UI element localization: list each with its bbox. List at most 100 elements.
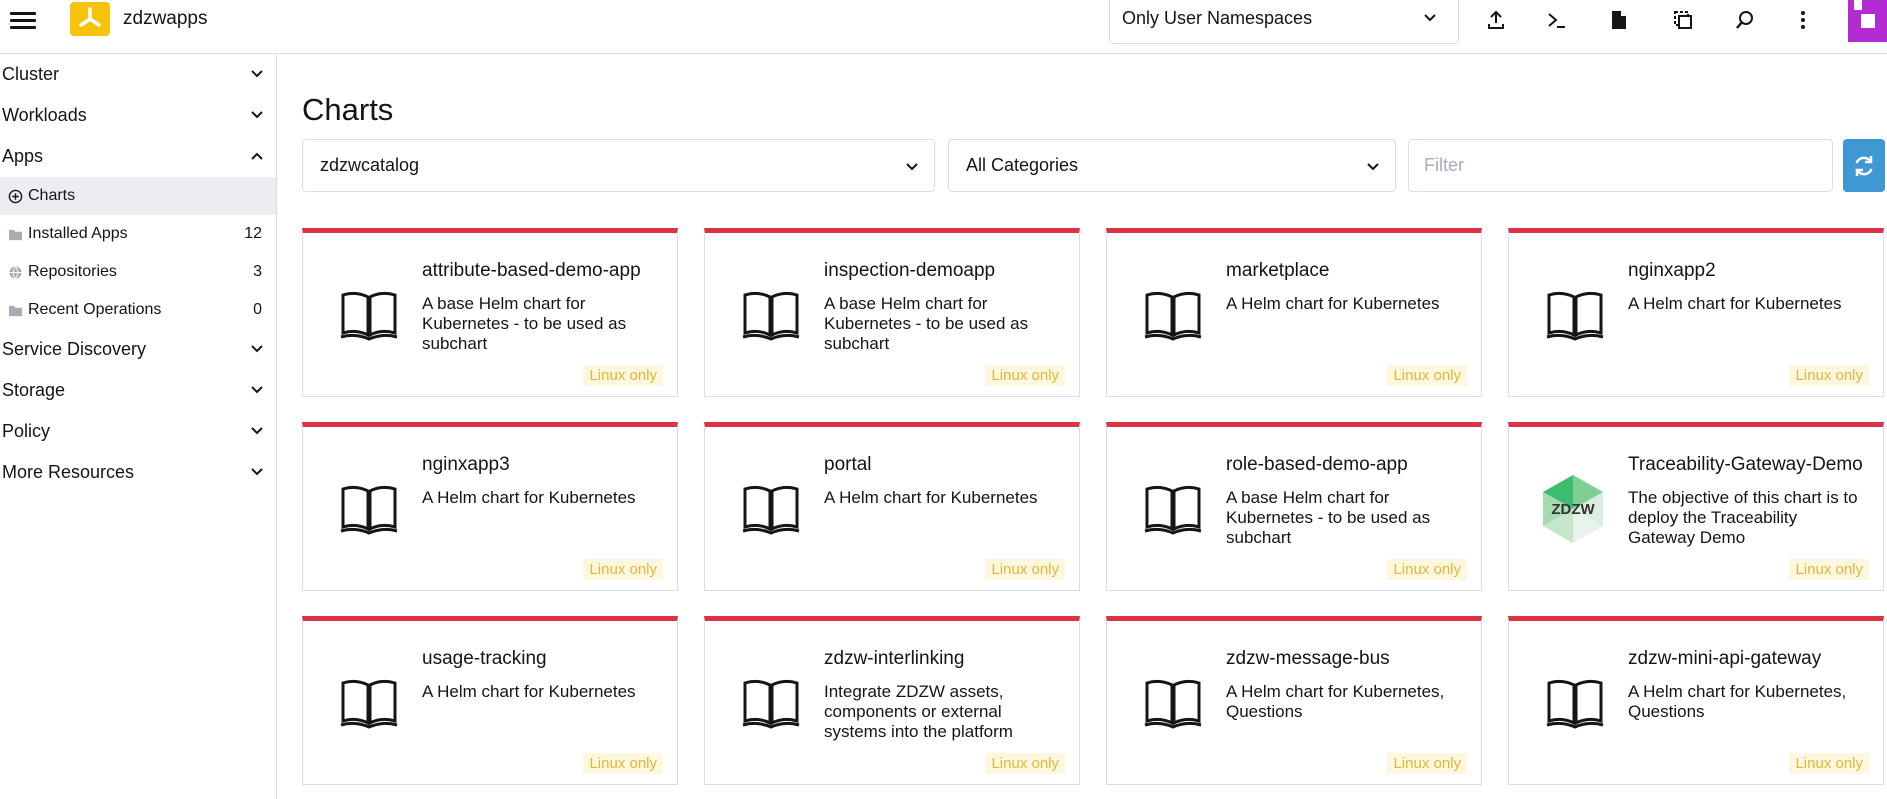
sidebar-item-label: Charts [28, 187, 76, 204]
sidebar-group-label: Workloads [2, 105, 87, 125]
sidebar-group-service-discovery[interactable]: Service Discovery [0, 329, 276, 370]
book-icon [1546, 679, 1604, 729]
chart-name: Traceability-Gateway-Demo [1628, 454, 1863, 475]
sidebar-item-recent-operations[interactable]: Recent Operations 0 [0, 291, 276, 329]
page-title: Charts [302, 92, 394, 127]
os-badge: Linux only [1387, 559, 1467, 580]
chart-name: portal [824, 454, 872, 475]
book-icon [742, 485, 800, 535]
chevron-down-icon [1367, 163, 1379, 171]
chart-name: zdzw-mini-api-gateway [1628, 648, 1822, 669]
chart-name: zdzw-message-bus [1226, 648, 1390, 669]
chart-card[interactable]: nginxapp2 A Helm chart for Kubernetes Li… [1508, 228, 1884, 397]
copy-icon[interactable] [1669, 6, 1697, 34]
top-header: zdzwapps Only User Namespaces [0, 0, 1887, 54]
book-icon [742, 679, 800, 729]
chart-name: nginxapp3 [422, 454, 510, 475]
terminal-icon[interactable] [1543, 6, 1571, 34]
chevron-down-icon [251, 345, 263, 353]
namespace-filter-select[interactable]: Only User Namespaces [1109, 0, 1459, 44]
sidebar-item-repositories[interactable]: Repositories 3 [0, 253, 276, 291]
folder-icon [7, 302, 23, 318]
chart-description: A Helm chart for Kubernetes, Questions [1226, 682, 1445, 721]
app-logo[interactable] [70, 2, 110, 36]
chart-description: A base Helm chart for Kubernetes - to be… [1226, 488, 1431, 547]
chart-name: zdzw-interlinking [824, 648, 965, 669]
count-badge: 0 [253, 301, 262, 318]
chevron-down-icon [251, 468, 263, 476]
chart-description: The objective of this chart is to deploy… [1628, 488, 1858, 547]
sidebar-group-label: More Resources [2, 462, 135, 482]
chart-card[interactable]: role-based-demo-app A base Helm chart fo… [1106, 422, 1482, 591]
book-icon [340, 679, 398, 729]
refresh-icon [1855, 155, 1873, 176]
sidebar-group-more-resources[interactable]: More Resources [0, 452, 276, 493]
app-name: zdzwapps [123, 8, 208, 29]
book-icon [1546, 291, 1604, 341]
book-icon [340, 291, 398, 341]
globe-icon [7, 264, 23, 280]
sidebar-item-installed-apps[interactable]: Installed Apps 12 [0, 215, 276, 253]
chart-card[interactable]: zdzw-mini-api-gateway A Helm chart for K… [1508, 616, 1884, 785]
chart-name: role-based-demo-app [1226, 454, 1408, 475]
chevron-down-icon [1424, 14, 1436, 22]
chart-description: Integrate ZDZW assets, components or ext… [824, 682, 1013, 741]
chart-description: A Helm chart for Kubernetes [1628, 294, 1842, 313]
sidebar-group-storage[interactable]: Storage [0, 370, 276, 411]
chart-card[interactable]: inspection-demoapp A base Helm chart for… [704, 228, 1080, 397]
sidebar-item-label: Recent Operations [28, 301, 162, 318]
sidebar-group-workloads[interactable]: Workloads [0, 95, 276, 136]
category-select[interactable]: All Categories [948, 139, 1396, 192]
upload-icon[interactable] [1482, 6, 1510, 34]
chevron-down-icon [906, 163, 918, 171]
os-badge: Linux only [1387, 753, 1467, 774]
os-badge: Linux only [1387, 365, 1467, 386]
file-icon[interactable] [1605, 6, 1633, 34]
os-badge: Linux only [1789, 559, 1869, 580]
sidebar-group-cluster[interactable]: Cluster [0, 54, 276, 95]
sidebar-item-label: Repositories [28, 263, 117, 280]
chart-name: marketplace [1226, 260, 1330, 281]
book-icon [1144, 485, 1202, 535]
menu-icon[interactable] [10, 8, 36, 30]
zdzw-logo: ZDZW [1543, 475, 1603, 543]
sidebar-group-label: Apps [2, 146, 44, 166]
search-icon[interactable] [1731, 6, 1759, 34]
sidebar-group-label: Policy [2, 421, 51, 441]
os-badge: Linux only [985, 559, 1065, 580]
sidebar-group-label: Storage [2, 380, 66, 400]
os-badge: Linux only [1789, 753, 1869, 774]
chart-description: A Helm chart for Kubernetes [824, 488, 1038, 507]
chart-card[interactable]: attribute-based-demo-app A base Helm cha… [302, 228, 678, 397]
book-icon [340, 485, 398, 535]
chart-name: nginxapp2 [1628, 260, 1716, 281]
chart-description: A base Helm chart for Kubernetes - to be… [824, 294, 1029, 353]
chart-card[interactable]: usage-tracking A Helm chart for Kubernet… [302, 616, 678, 785]
chart-card[interactable]: ZDZW Traceability-Gateway-Demo The objec… [1508, 422, 1884, 591]
book-icon [1144, 679, 1202, 729]
chart-card[interactable]: portal A Helm chart for Kubernetes Linux… [704, 422, 1080, 591]
repository-select[interactable]: zdzwcatalog [302, 139, 935, 192]
more-vertical-icon[interactable] [1789, 6, 1817, 34]
chevron-down-icon [251, 70, 263, 78]
book-icon [1144, 291, 1202, 341]
plus-circle-icon [7, 188, 23, 204]
chevron-down-icon [251, 111, 263, 119]
chart-card[interactable]: marketplace A Helm chart for Kubernetes … [1106, 228, 1482, 397]
chart-card[interactable]: zdzw-message-bus A Helm chart for Kubern… [1106, 616, 1482, 785]
os-badge: Linux only [985, 753, 1065, 774]
chart-description: A Helm chart for Kubernetes [1226, 294, 1440, 313]
os-badge: Linux only [985, 365, 1065, 386]
count-badge: 12 [244, 225, 262, 242]
chart-name: inspection-demoapp [824, 260, 996, 281]
filter-input[interactable] [1408, 139, 1833, 192]
chart-card[interactable]: nginxapp3 A Helm chart for Kubernetes Li… [302, 422, 678, 591]
chart-card[interactable]: zdzw-interlinking Integrate ZDZW assets,… [704, 616, 1080, 785]
sidebar-group-policy[interactable]: Policy [0, 411, 276, 452]
count-badge: 3 [253, 263, 262, 280]
sidebar-group-apps[interactable]: Apps [0, 136, 276, 177]
avatar[interactable] [1848, 0, 1887, 42]
sidebar-item-charts[interactable]: Charts [0, 177, 276, 215]
os-badge: Linux only [583, 559, 663, 580]
refresh-button[interactable] [1843, 139, 1885, 192]
